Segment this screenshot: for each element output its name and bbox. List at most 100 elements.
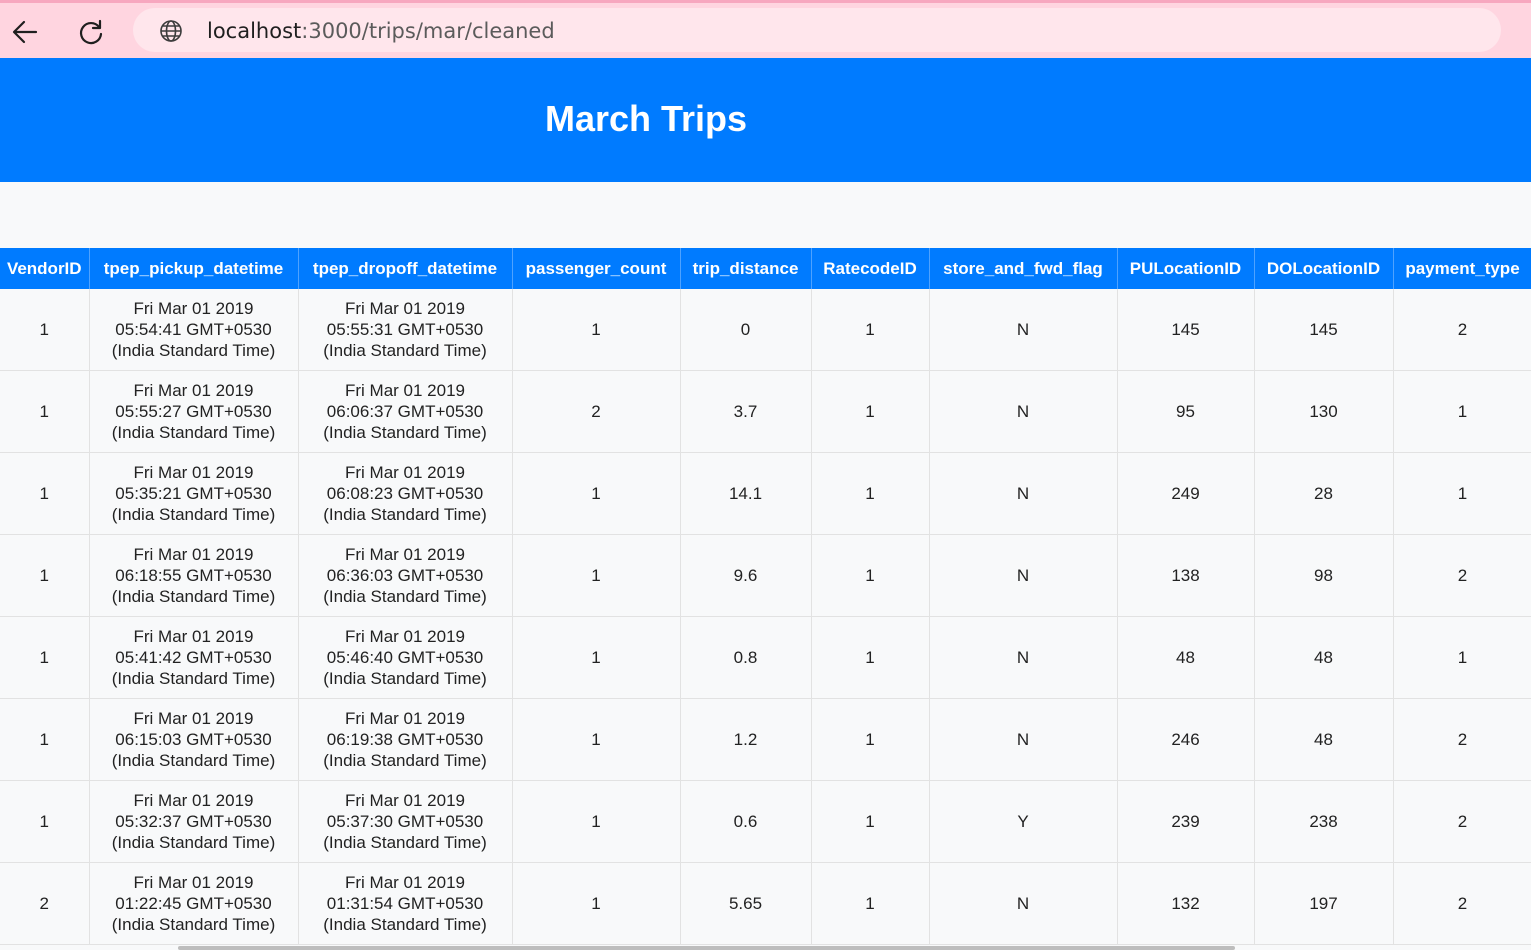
cell-pulocationid: 246: [1117, 698, 1255, 781]
cell-store-and-fwd-flag: N: [929, 370, 1118, 453]
cell-pickup-datetime-line: (India Standard Time): [111, 751, 276, 770]
cell-payment-type: 2: [1393, 862, 1531, 945]
table-row: 1 Fri Mar 01 2019 05:54:41 GMT+0530 (India …: [0, 289, 1531, 371]
table-row: 1 Fri Mar 01 2019 06:15:03 GMT+0530 (India …: [0, 698, 1531, 781]
horizontal-scrollbar[interactable]: [178, 946, 1235, 950]
cell-dropoff-datetime-line: (India Standard Time): [323, 833, 487, 852]
cell-ratecodeid: 1: [811, 452, 930, 535]
cell-vendorid: 2: [0, 862, 90, 945]
cell-dolocationid: 145: [1254, 289, 1394, 371]
cell-dropoff-datetime: Fri Mar 01 2019 06:06:37 GMT+0530 (India S…: [298, 370, 513, 453]
cell-payment-type: 2: [1393, 698, 1531, 781]
back-button[interactable]: [5, 12, 45, 52]
reload-button[interactable]: [71, 12, 111, 52]
cell-store-and-fwd-flag: N: [929, 289, 1118, 371]
cell-dropoff-datetime-line: Fri Mar 01 2019: [345, 381, 465, 400]
cell-pickup-datetime: Fri Mar 01 2019 06:15:03 GMT+0530 (India S…: [89, 698, 299, 781]
cell-store-and-fwd-flag: N: [929, 616, 1118, 699]
url-path: :3000/trips/mar/cleaned: [301, 19, 555, 43]
cell-dropoff-datetime-line: (India Standard Time): [323, 587, 487, 606]
cell-vendorid: 1: [0, 616, 90, 699]
cell-dropoff-datetime: Fri Mar 01 2019 05:55:31 GMT+0530 (India S…: [298, 289, 513, 371]
cell-pickup-datetime: Fri Mar 01 2019 05:35:21 GMT+0530 (India S…: [89, 452, 299, 535]
cell-pickup-datetime-line: 05:41:42 GMT+0530: [115, 648, 272, 667]
cell-dropoff-datetime-line: Fri Mar 01 2019: [345, 299, 465, 318]
address-bar[interactable]: localhost:3000/trips/mar/cleaned: [133, 8, 1501, 52]
cell-pickup-datetime: Fri Mar 01 2019 05:32:37 GMT+0530 (India S…: [89, 780, 299, 863]
cell-pickup-datetime-line: (India Standard Time): [111, 505, 276, 524]
cell-pickup-datetime-line: (India Standard Time): [111, 341, 276, 360]
cell-pickup-datetime: Fri Mar 01 2019 05:41:42 GMT+0530 (India S…: [89, 616, 299, 699]
cell-dropoff-datetime-line: 01:31:54 GMT+0530: [326, 894, 484, 913]
cell-dolocationid: 48: [1254, 616, 1394, 699]
cell-dropoff-datetime-line: Fri Mar 01 2019: [345, 545, 465, 564]
cell-pickup-datetime-line: (India Standard Time): [111, 423, 276, 442]
cell-dropoff-datetime-line: 06:36:03 GMT+0530: [326, 566, 484, 585]
column-header-passenger-count: passenger_count: [512, 248, 681, 289]
cell-trip-distance: 0: [680, 289, 812, 371]
browser-toolbar: localhost:3000/trips/mar/cleaned: [0, 0, 1531, 58]
reload-icon: [79, 19, 103, 45]
column-header-ratecodeid: RatecodeID: [811, 248, 930, 289]
cell-pickup-datetime: Fri Mar 01 2019 01:22:45 GMT+0530 (India S…: [89, 862, 299, 945]
cell-payment-type: 1: [1393, 452, 1531, 535]
cell-trip-distance: 14.1: [680, 452, 812, 535]
cell-dolocationid: 238: [1254, 780, 1394, 863]
cell-pickup-datetime-line: Fri Mar 01 2019: [133, 873, 254, 892]
cell-trip-distance: 9.6: [680, 534, 812, 617]
cell-ratecodeid: 1: [811, 862, 930, 945]
cell-vendorid: 1: [0, 452, 90, 535]
trips-table-container: VendorID tpep_pickup_datetime tpep_dropo…: [0, 248, 1531, 948]
cell-pickup-datetime-line: (India Standard Time): [111, 833, 276, 852]
cell-dropoff-datetime-line: (India Standard Time): [323, 341, 487, 360]
cell-pickup-datetime-line: (India Standard Time): [111, 915, 276, 934]
cell-dropoff-datetime: Fri Mar 01 2019 05:46:40 GMT+0530 (India S…: [298, 616, 513, 699]
cell-dolocationid: 130: [1254, 370, 1394, 453]
cell-ratecodeid: 1: [811, 780, 930, 863]
cell-pickup-datetime-line: Fri Mar 01 2019: [133, 299, 254, 318]
cell-trip-distance: 0.8: [680, 616, 812, 699]
cell-dropoff-datetime-line: (India Standard Time): [323, 423, 487, 442]
cell-vendorid: 1: [0, 289, 90, 371]
cell-pulocationid: 95: [1117, 370, 1255, 453]
cell-store-and-fwd-flag: N: [929, 862, 1118, 945]
cell-store-and-fwd-flag: Y: [929, 780, 1118, 863]
cell-dropoff-datetime-line: (India Standard Time): [323, 669, 487, 688]
cell-payment-type: 1: [1393, 616, 1531, 699]
cell-vendorid: 1: [0, 534, 90, 617]
cell-ratecodeid: 1: [811, 289, 930, 371]
cell-pickup-datetime-line: Fri Mar 01 2019: [133, 709, 254, 728]
cell-dropoff-datetime: Fri Mar 01 2019 06:19:38 GMT+0530 (India S…: [298, 698, 513, 781]
cell-ratecodeid: 1: [811, 370, 930, 453]
page-title: March Trips: [544, 98, 748, 139]
cell-pulocationid: 249: [1117, 452, 1255, 535]
url-text[interactable]: localhost:3000/trips/mar/cleaned: [207, 18, 555, 44]
column-header-dolocationid: DOLocationID: [1254, 248, 1394, 289]
table-row: 1 Fri Mar 01 2019 05:32:37 GMT+0530 (India …: [0, 780, 1531, 863]
table-row: 1 Fri Mar 01 2019 05:35:21 GMT+0530 (India …: [0, 452, 1531, 535]
cell-passenger-count: 1: [512, 780, 681, 863]
globe-icon: [160, 20, 182, 42]
table-row: 1 Fri Mar 01 2019 05:41:42 GMT+0530 (India …: [0, 616, 1531, 699]
cell-trip-distance: 0.6: [680, 780, 812, 863]
cell-store-and-fwd-flag: N: [929, 534, 1118, 617]
cell-dolocationid: 28: [1254, 452, 1394, 535]
cell-pulocationid: 145: [1117, 289, 1255, 371]
trips-table: VendorID tpep_pickup_datetime tpep_dropo…: [0, 248, 1531, 945]
cell-pickup-datetime-line: Fri Mar 01 2019: [133, 791, 254, 810]
cell-pickup-datetime: Fri Mar 01 2019 05:55:27 GMT+0530 (India S…: [89, 370, 299, 453]
cell-store-and-fwd-flag: N: [929, 452, 1118, 535]
cell-dropoff-datetime-line: 05:37:30 GMT+0530: [326, 812, 484, 831]
page-header: March Trips: [0, 58, 1531, 182]
cell-dropoff-datetime-line: 06:08:23 GMT+0530: [326, 484, 484, 503]
cell-dolocationid: 197: [1254, 862, 1394, 945]
cell-dropoff-datetime-line: Fri Mar 01 2019: [345, 791, 465, 810]
column-header-payment-type: payment_type: [1393, 248, 1531, 289]
cell-pickup-datetime: Fri Mar 01 2019 06:18:55 GMT+0530 (India S…: [89, 534, 299, 617]
cell-store-and-fwd-flag: N: [929, 698, 1118, 781]
cell-trip-distance: 1.2: [680, 698, 812, 781]
column-header-store-and-fwd-flag: store_and_fwd_flag: [929, 248, 1118, 289]
table-row: 1 Fri Mar 01 2019 05:55:27 GMT+0530 (India …: [0, 370, 1531, 453]
table-row: 2 Fri Mar 01 2019 01:22:45 GMT+0530 (India …: [0, 862, 1531, 945]
cell-dropoff-datetime-line: (India Standard Time): [323, 751, 487, 770]
